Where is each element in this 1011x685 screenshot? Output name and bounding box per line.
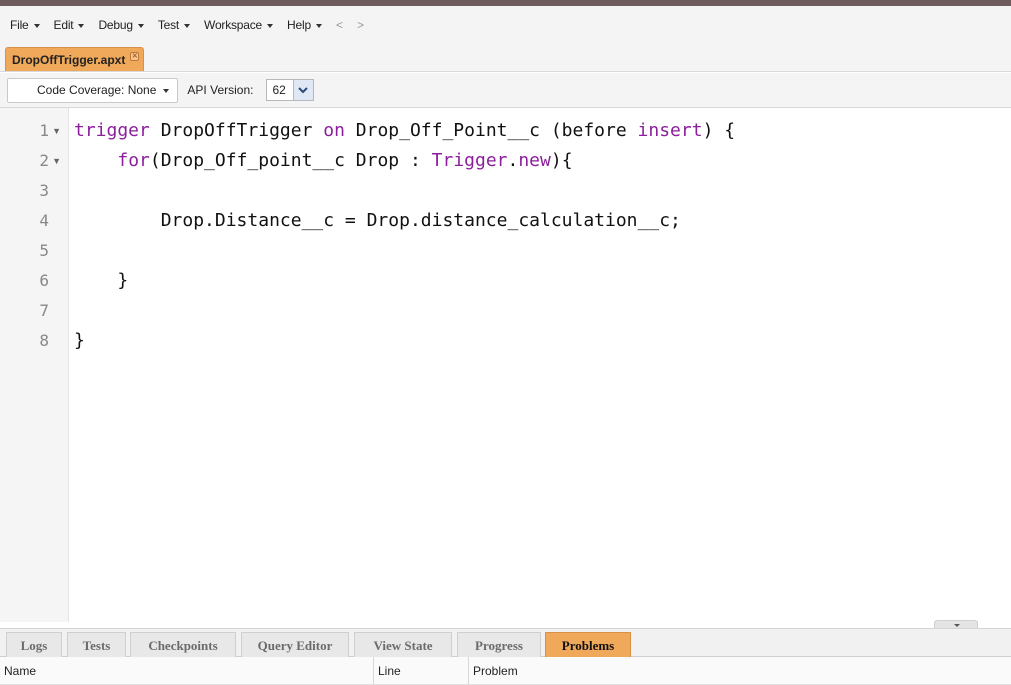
code-keyword: new: [518, 150, 551, 171]
tab-progress[interactable]: Progress: [457, 632, 541, 658]
column-problem[interactable]: Problem: [468, 657, 1011, 685]
menu-workspace[interactable]: Workspace: [204, 18, 274, 32]
line-number: 6: [39, 271, 49, 290]
code-editor[interactable]: 1 ▼ 2 ▼ 3 4 5 6 7 8 trigger DropOffTrigger on Dro…: [0, 108, 1011, 622]
line-number: 1: [39, 121, 49, 140]
code-keyword: trigger: [74, 120, 150, 141]
code-line[interactable]: for(Drop_Off_point__c Drop : Trigger.new…: [74, 146, 573, 176]
fold-toggle-icon[interactable]: ▼: [52, 156, 61, 166]
code-text: ) {: [702, 120, 736, 141]
api-version-label: API Version:: [187, 83, 254, 97]
caret-down-icon: [137, 23, 144, 28]
column-line[interactable]: Line: [373, 657, 468, 685]
caret-down-icon: [33, 23, 40, 28]
menu-test[interactable]: Test: [158, 18, 191, 32]
code-text: DropOffTrigger: [149, 120, 324, 141]
close-icon[interactable]: ✕: [130, 52, 140, 61]
code-line[interactable]: }: [74, 266, 128, 296]
chevron-down-icon[interactable]: [292, 80, 313, 100]
line-number-gutter: 1 ▼ 2 ▼ 3 4 5 6 7 8: [0, 108, 69, 622]
code-text: Drop.Distance__c = Drop.distance_calcula…: [74, 210, 681, 231]
file-tab-dropofftrigger[interactable]: DropOffTrigger.apxt ✕: [5, 47, 145, 71]
menu-edit[interactable]: Edit: [54, 18, 85, 32]
api-version-value: 62: [272, 83, 286, 97]
tab-query-editor[interactable]: Query Editor: [241, 632, 349, 658]
code-text: (Drop_Off_point__c Drop :: [149, 150, 432, 171]
code-line[interactable]: }: [74, 326, 85, 356]
line-number: 4: [39, 211, 49, 230]
nav-back-button[interactable]: <: [336, 18, 343, 32]
caret-down-icon: [184, 23, 191, 28]
menu-help[interactable]: Help: [287, 18, 322, 32]
tab-tests[interactable]: Tests: [67, 632, 126, 658]
code-line[interactable]: Drop.Distance__c = Drop.distance_calcula…: [74, 206, 681, 236]
code-text: Drop_Off_Point__c (before: [344, 120, 638, 141]
code-coverage-label: Code Coverage: None: [37, 83, 157, 97]
fold-toggle-icon[interactable]: ▼: [52, 126, 61, 136]
code-text: ){: [550, 150, 573, 171]
code-text: }: [74, 270, 129, 291]
nav-forward-button[interactable]: >: [357, 18, 364, 32]
line-number: 8: [39, 331, 49, 350]
line-number: 2: [39, 151, 49, 170]
caret-down-icon: [78, 23, 85, 28]
code-text: }: [74, 330, 85, 351]
caret-down-icon: [163, 88, 170, 93]
menu-file[interactable]: File: [10, 18, 40, 32]
line-number: 5: [39, 241, 49, 260]
file-tab-label: DropOffTrigger.apxt: [12, 52, 126, 67]
api-version-select[interactable]: 62: [266, 79, 314, 101]
code-text: .: [507, 150, 519, 171]
code-keyword: on: [323, 120, 345, 141]
code-line[interactable]: trigger DropOffTrigger on Drop_Off_Point…: [74, 116, 735, 146]
code-keyword: for: [117, 150, 150, 171]
editor-toolbar: Code Coverage: None API Version: 62: [0, 73, 1011, 108]
bottom-panel-tabs: Logs Tests Checkpoints Query Editor View…: [0, 628, 1011, 658]
code-keyword: Trigger: [431, 150, 508, 171]
tab-logs[interactable]: Logs: [6, 632, 62, 658]
menu-debug[interactable]: Debug: [98, 18, 144, 32]
code-keyword: insert: [637, 120, 703, 141]
tab-problems[interactable]: Problems: [545, 632, 631, 658]
caret-down-icon: [267, 23, 274, 28]
tab-view-state[interactable]: View State: [354, 632, 452, 658]
column-name[interactable]: Name: [0, 657, 373, 685]
line-number: 3: [39, 181, 49, 200]
caret-down-icon: [315, 23, 322, 28]
problems-table-header: Name Line Problem: [0, 657, 1011, 685]
tab-checkpoints[interactable]: Checkpoints: [130, 632, 236, 658]
panel-resize-handle[interactable]: [934, 620, 978, 628]
line-number: 7: [39, 301, 49, 320]
menu-bar: File Edit Debug Test Workspace Help < >: [0, 6, 1011, 44]
file-tab-bar: DropOffTrigger.apxt ✕: [0, 44, 1011, 72]
code-coverage-dropdown[interactable]: Code Coverage: None: [7, 77, 179, 103]
